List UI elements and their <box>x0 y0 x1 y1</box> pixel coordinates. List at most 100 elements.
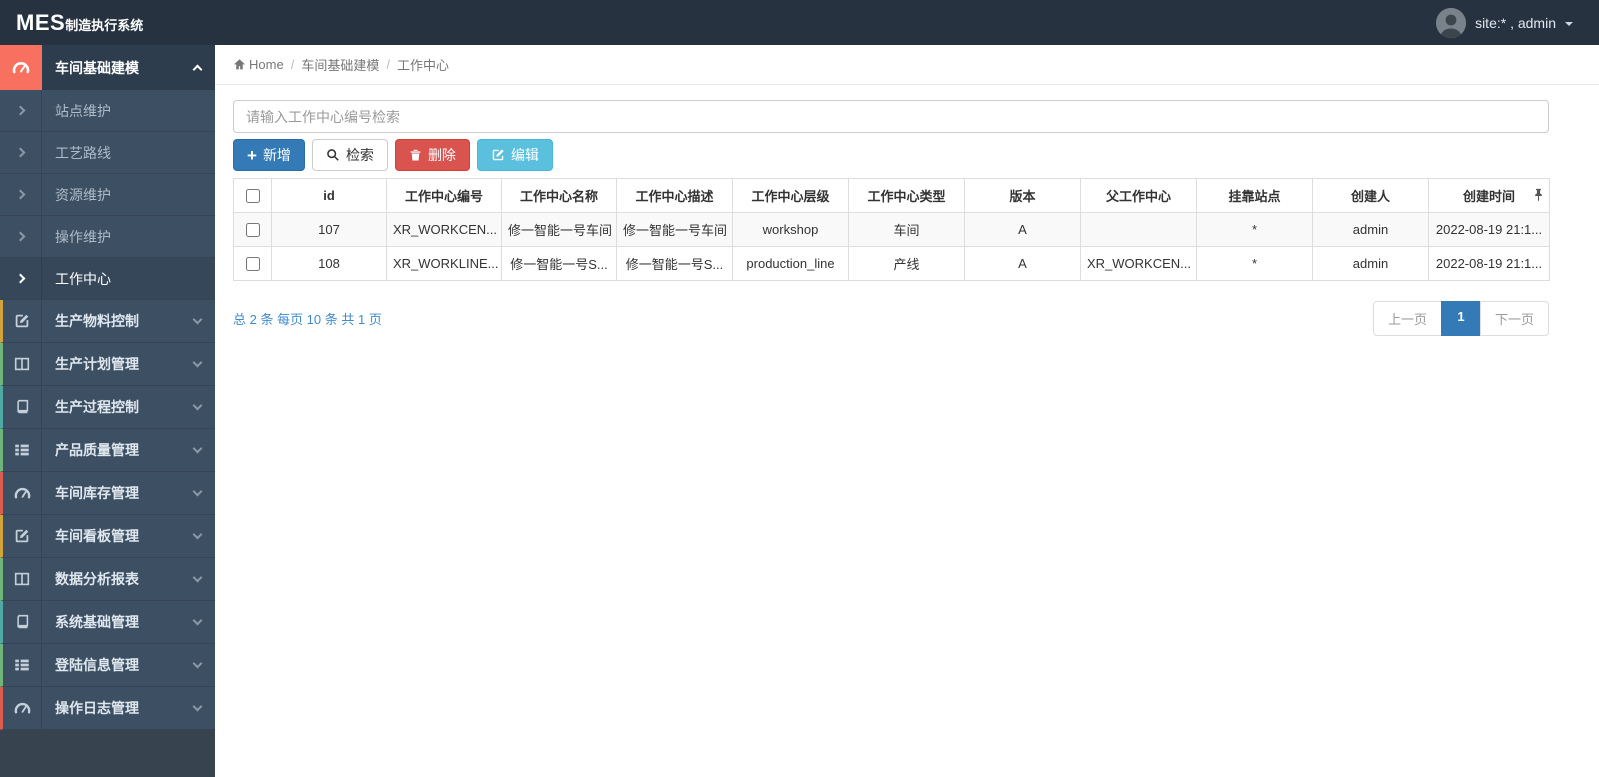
sidebar-item-label: 生产计划管理 <box>55 356 139 372</box>
column-header-type[interactable]: 工作中心类型 <box>848 178 965 213</box>
column-header-code[interactable]: 工作中心编号 <box>386 178 502 213</box>
sidebar-item-label: 产品质量管理 <box>55 442 139 458</box>
sidebar-item-operation-log[interactable]: 操作日志管理 <box>0 687 215 730</box>
chevron-up-icon <box>192 64 202 75</box>
next-page-button[interactable]: 下一页 <box>1479 301 1549 336</box>
app-logo: MES 制造执行系统 <box>0 10 215 36</box>
user-menu[interactable]: site:* , admin <box>1436 7 1599 38</box>
table-row[interactable]: 108 XR_WORKLINE... 修一智能一号S... 修一智能一号S...… <box>233 246 1550 281</box>
chevron-down-icon <box>192 486 202 497</box>
sidebar-item-resource-maintenance[interactable]: 资源维护 <box>0 174 215 216</box>
sidebar-item-label: 站点维护 <box>55 102 111 119</box>
gauge-icon <box>0 45 42 90</box>
add-button[interactable]: + 新增 <box>233 139 305 171</box>
gauge-icon <box>3 687 42 729</box>
chevron-right-icon <box>0 174 42 215</box>
sidebar-item-process-control[interactable]: 生产过程控制 <box>0 386 215 429</box>
sidebar-item-label: 生产物料控制 <box>55 313 139 329</box>
column-header-station[interactable]: 挂靠站点 <box>1196 178 1313 213</box>
sidebar-item-label: 车间看板管理 <box>55 528 139 544</box>
sidebar-item-board-management[interactable]: 车间看板管理 <box>0 515 215 558</box>
sidebar-item-plan-management[interactable]: 生产计划管理 <box>0 343 215 386</box>
cell-name: 修一智能一号车间 <box>501 212 617 247</box>
select-all-header <box>233 178 272 213</box>
sidebar-item-data-analysis[interactable]: 数据分析报表 <box>0 558 215 601</box>
cell-version: A <box>964 212 1081 247</box>
avatar[interactable] <box>1436 7 1467 38</box>
chevron-down-icon <box>192 572 202 583</box>
search-input[interactable] <box>233 100 1549 133</box>
sidebar-item-quality-management[interactable]: 产品质量管理 <box>0 429 215 472</box>
select-all-checkbox[interactable] <box>245 189 260 204</box>
pencil-icon <box>3 515 42 557</box>
book-icon <box>3 601 42 643</box>
breadcrumb-item-work-center: 工作中心 <box>396 58 449 73</box>
cell-parent: XR_WORKCEN... <box>1080 246 1197 281</box>
breadcrumb-item-workshop-modeling[interactable]: 车间基础建模 <box>301 55 379 74</box>
home-icon <box>233 59 246 70</box>
columns-icon <box>3 343 42 385</box>
cell-version: A <box>964 246 1081 281</box>
sidebar-item-operation-maintenance[interactable]: 操作维护 <box>0 216 215 258</box>
sidebar-item-label: 操作日志管理 <box>55 700 139 716</box>
column-header-creator[interactable]: 创建人 <box>1312 178 1429 213</box>
cell-created-time: 2022-08-19 21:1... <box>1428 246 1550 281</box>
trash-icon <box>410 149 421 161</box>
row-select-cell <box>233 246 272 281</box>
sidebar-item-work-center[interactable]: 工作中心 <box>0 258 215 300</box>
sidebar-item-process-route[interactable]: 工艺路线 <box>0 132 215 174</box>
column-header-created-time[interactable]: 创建时间 <box>1428 178 1550 213</box>
row-checkbox[interactable] <box>245 223 260 238</box>
sidebar-item-label: 工作中心 <box>55 270 111 287</box>
chevron-down-icon <box>192 314 202 325</box>
chevron-down-icon <box>192 357 202 368</box>
column-header-description[interactable]: 工作中心描述 <box>616 178 733 213</box>
column-header-level[interactable]: 工作中心层级 <box>732 178 849 213</box>
collapse-caret <box>179 45 215 90</box>
chevron-right-icon <box>0 90 42 131</box>
cell-creator: admin <box>1312 212 1429 247</box>
list-icon <box>3 429 42 471</box>
breadcrumb-home[interactable]: Home <box>233 57 284 72</box>
chevron-down-icon <box>192 400 202 411</box>
user-caret-down-icon <box>1565 21 1573 26</box>
user-label: site:* , admin <box>1475 14 1556 31</box>
breadcrumb-separator: / <box>290 57 295 72</box>
cell-type: 车间 <box>848 212 965 247</box>
plus-icon: + <box>247 145 257 165</box>
sidebar-item-label: 数据分析报表 <box>55 571 139 587</box>
row-checkbox[interactable] <box>245 257 260 272</box>
delete-button[interactable]: 删除 <box>394 139 470 171</box>
sidebar-item-system-management[interactable]: 系统基础管理 <box>0 601 215 644</box>
chevron-right-icon <box>0 132 42 173</box>
pencil-icon <box>3 300 42 342</box>
sidebar-item-login-info[interactable]: 登陆信息管理 <box>0 644 215 687</box>
gauge-icon <box>3 472 42 514</box>
search-icon <box>327 149 339 161</box>
sidebar-item-label: 资源维护 <box>55 186 111 203</box>
sidebar-item-site-maintenance[interactable]: 站点维护 <box>0 90 215 132</box>
edit-button[interactable]: 编辑 <box>476 139 553 171</box>
sidebar-item-workshop-modeling[interactable]: 车间基础建模 <box>0 45 215 90</box>
column-header-id[interactable]: id <box>271 178 387 213</box>
chevron-down-icon <box>192 615 202 626</box>
cell-code: XR_WORKLINE... <box>386 246 502 281</box>
table-footer: 总 2 条 每页 10 条 共 1 页 上一页 1 下一页 <box>233 301 1549 336</box>
cell-id: 108 <box>271 246 387 281</box>
book-icon <box>3 386 42 428</box>
breadcrumb-separator: / <box>386 57 390 72</box>
table-row[interactable]: 107 XR_WORKCEN... 修一智能一号车间 修一智能一号车间 work… <box>233 212 1550 247</box>
column-header-name[interactable]: 工作中心名称 <box>501 178 617 213</box>
pin-icon[interactable] <box>1533 188 1544 202</box>
columns-icon <box>3 558 42 600</box>
column-header-version[interactable]: 版本 <box>964 178 1081 213</box>
sidebar-item-inventory-management[interactable]: 车间库存管理 <box>0 472 215 515</box>
prev-page-button[interactable]: 上一页 <box>1372 301 1442 336</box>
chevron-down-icon <box>192 529 202 540</box>
sidebar-item-material-control[interactable]: 生产物料控制 <box>0 300 215 343</box>
search-button[interactable]: 检索 <box>311 139 388 171</box>
sidebar-item-label: 登陆信息管理 <box>55 657 139 673</box>
column-header-parent[interactable]: 父工作中心 <box>1080 178 1197 213</box>
page-1-button[interactable]: 1 <box>1440 301 1481 336</box>
cell-id: 107 <box>271 212 387 247</box>
